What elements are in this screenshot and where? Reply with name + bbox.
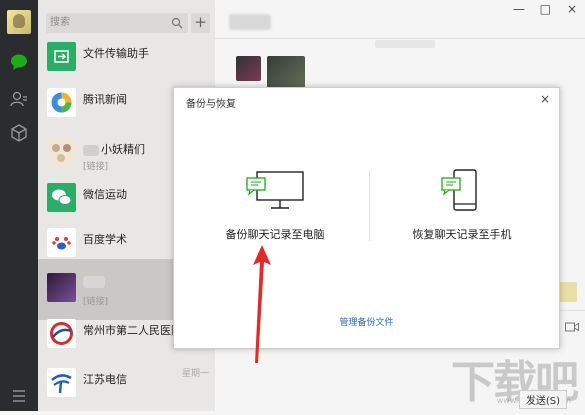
chat-name: 百度学术 — [83, 233, 127, 246]
wechat-sport-icon — [47, 183, 76, 212]
contacts-icon[interactable] — [10, 90, 28, 108]
chat-time: 星期一 — [181, 369, 209, 379]
chat-name: 小妖精们 — [101, 143, 145, 156]
chat-icon[interactable] — [10, 53, 28, 71]
my-message-avatar[interactable] — [557, 282, 577, 302]
group-avatar-icon — [47, 138, 76, 167]
red-pointer-arrow — [253, 245, 271, 363]
backup-restore-dialog: 备份与恢复 × 备份聊天记录至电脑 恢复聊天记录至手机 管理备份文件 — [173, 87, 560, 349]
nav-rail — [0, 0, 38, 411]
tencent-news-icon — [47, 88, 76, 117]
blurred-text — [83, 276, 105, 288]
chat-name: 江苏电信 — [83, 373, 127, 386]
header-divider — [215, 38, 585, 39]
hospital-logo-icon — [47, 319, 76, 348]
backup-to-pc-label: 备份聊天记录至电脑 — [225, 228, 325, 241]
menu-icon[interactable] — [10, 387, 28, 405]
baidu-scholar-icon — [47, 228, 76, 257]
manage-backup-link[interactable]: 管理备份文件 — [174, 315, 559, 328]
restore-to-phone-label: 恢复聊天记录至手机 — [412, 228, 512, 241]
my-avatar[interactable] — [7, 10, 31, 34]
favorites-cube-icon[interactable] — [10, 124, 28, 142]
message-time-blurred — [375, 40, 435, 48]
search-placeholder: 搜索 — [50, 17, 70, 28]
options-divider — [369, 171, 370, 241]
restore-to-phone-option[interactable]: 恢复聊天记录至手机 — [377, 168, 547, 258]
chat-item-china-telecom[interactable]: 江苏电信 星期一 — [38, 354, 215, 415]
send-button[interactable]: 发送(S) — [518, 390, 567, 409]
message-image[interactable] — [267, 56, 305, 88]
file-transfer-icon — [47, 42, 76, 71]
minimize-button[interactable]: — — [513, 2, 525, 16]
conversation-title-blurred — [229, 14, 271, 30]
maximize-button[interactable]: □ — [540, 2, 551, 16]
chat-name-wrap: 小妖精们 — [83, 141, 145, 157]
chat-name-wrap — [83, 276, 105, 291]
phone-icon — [441, 169, 477, 211]
dialog-close-button[interactable]: × — [540, 92, 550, 106]
monitor-icon — [246, 171, 304, 209]
sender-avatar[interactable] — [236, 56, 261, 81]
chat-name: 微信运动 — [83, 188, 127, 201]
blurred-text — [83, 144, 99, 156]
dialog-title: 备份与恢复 — [186, 99, 236, 110]
chat-name: 文件传输助手 — [83, 47, 149, 60]
close-window-button[interactable]: × — [567, 2, 577, 16]
user-avatar-icon — [47, 273, 76, 302]
chat-name: 腾讯新闻 — [83, 93, 127, 106]
china-telecom-icon — [47, 368, 76, 397]
chat-name: 常州市第二人民医院 — [83, 324, 182, 337]
video-call-icon[interactable] — [565, 322, 579, 332]
